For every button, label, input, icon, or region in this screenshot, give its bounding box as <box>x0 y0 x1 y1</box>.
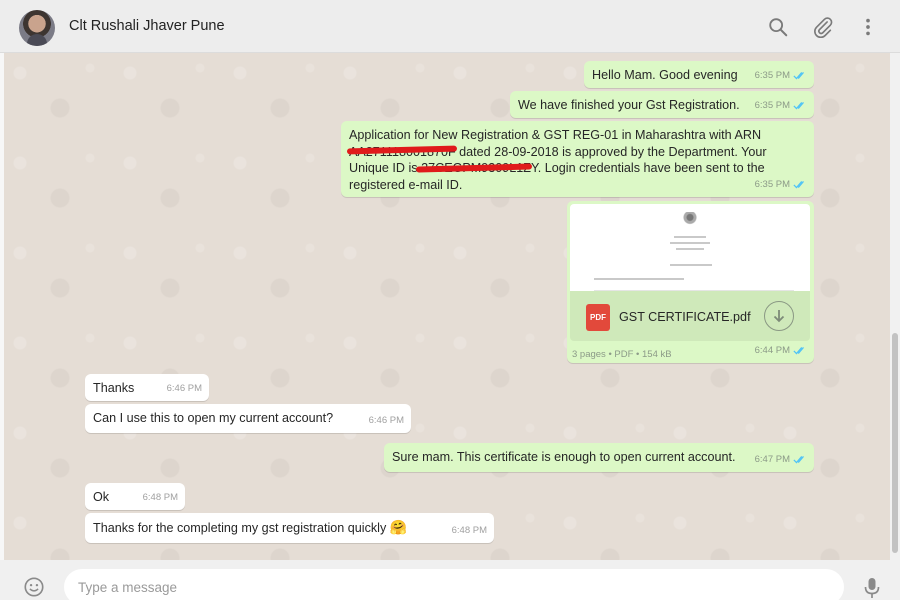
message-time: 6:35 PM <box>754 178 790 190</box>
message-meta: 6:35 PM <box>755 68 807 85</box>
message-time: 6:44 PM <box>754 344 790 356</box>
message-incoming[interactable]: Thanks 6:46 PM <box>85 374 209 401</box>
read-ticks-icon <box>793 102 804 110</box>
message-text: We have finished your Gst Registration. <box>518 98 740 112</box>
message-outgoing[interactable]: Sure mam. This certificate is enough to … <box>384 443 814 472</box>
message-outgoing[interactable]: Application for New Registration & GST R… <box>341 121 814 197</box>
mic-icon[interactable] <box>862 576 882 600</box>
attach-icon[interactable] <box>812 16 834 39</box>
message-time: 6:46 PM <box>368 414 404 426</box>
read-ticks-icon <box>793 456 804 464</box>
message-time: 6:48 PM <box>142 491 178 503</box>
message-text: Hello Mam. Good evening <box>592 68 738 82</box>
message-time: 6:48 PM <box>451 524 487 536</box>
emoji-icon[interactable] <box>23 576 45 598</box>
chat-header: Clt Rushali Jhaver Pune <box>0 0 900 53</box>
document-info: 3 pages • PDF • 154 kB <box>572 349 672 360</box>
message-text: Sure mam. This certificate is enough to … <box>392 450 736 464</box>
message-list[interactable]: Hello Mam. Good evening 6:35 PM We have … <box>0 53 900 560</box>
message-meta: 6:44 PM <box>755 343 807 360</box>
message-incoming[interactable]: Thanks for the completing my gst registr… <box>85 513 494 543</box>
read-ticks-icon <box>793 347 804 355</box>
message-meta: 6:47 PM <box>755 452 807 469</box>
window-edge <box>0 53 4 560</box>
message-text-line: Application for New Registration & GST R… <box>349 128 762 142</box>
message-text: Ok <box>93 490 110 504</box>
download-button[interactable] <box>764 301 794 331</box>
pdf-file-icon: PDF <box>586 304 610 331</box>
message-meta: 6:35 PM <box>755 98 807 115</box>
message-outgoing[interactable]: Hello Mam. Good evening 6:35 PM <box>584 61 814 88</box>
message-incoming[interactable]: Ok 6:48 PM <box>85 483 185 510</box>
message-input[interactable] <box>64 569 844 600</box>
message-outgoing[interactable]: We have finished your Gst Registration. … <box>510 91 814 118</box>
message-meta: 6:46 PM <box>167 381 202 398</box>
read-ticks-icon <box>793 181 804 189</box>
message-meta: 6:48 PM <box>452 523 487 540</box>
document-preview-thumbnail[interactable] <box>570 204 810 291</box>
message-time: 6:35 PM <box>754 69 790 81</box>
message-document[interactable]: PDF GST CERTIFICATE.pdf 3 pages • PDF • … <box>567 201 814 363</box>
message-text: Thanks <box>93 381 135 395</box>
message-text-line: registered e-mail ID. <box>349 177 463 192</box>
message-text: Can I use this to open my current accoun… <box>93 411 334 425</box>
message-time: 6:46 PM <box>166 382 202 394</box>
scrollbar-thumb[interactable] <box>892 333 898 553</box>
search-icon[interactable] <box>767 16 789 38</box>
message-text: Thanks for the completing my gst registr… <box>93 521 387 535</box>
hugging-face-emoji: 🤗 <box>389 519 408 535</box>
menu-icon[interactable] <box>857 16 879 38</box>
message-time: 6:35 PM <box>754 99 790 111</box>
message-meta: 6:48 PM <box>143 490 178 507</box>
contact-name[interactable]: Clt Rushali Jhaver Pune <box>69 18 225 34</box>
contact-avatar[interactable] <box>19 10 55 46</box>
chat-scrollbar[interactable] <box>890 53 900 560</box>
download-arrow-icon <box>773 310 785 323</box>
read-ticks-icon <box>793 72 804 80</box>
emblem-icon <box>683 212 697 230</box>
message-meta: 6:46 PM <box>369 413 404 430</box>
message-time: 6:47 PM <box>754 453 790 465</box>
message-incoming[interactable]: Can I use this to open my current accoun… <box>85 404 411 433</box>
document-card[interactable]: PDF GST CERTIFICATE.pdf <box>570 291 810 341</box>
document-name: GST CERTIFICATE.pdf <box>619 310 751 324</box>
message-meta: 6:35 PM <box>755 177 807 194</box>
